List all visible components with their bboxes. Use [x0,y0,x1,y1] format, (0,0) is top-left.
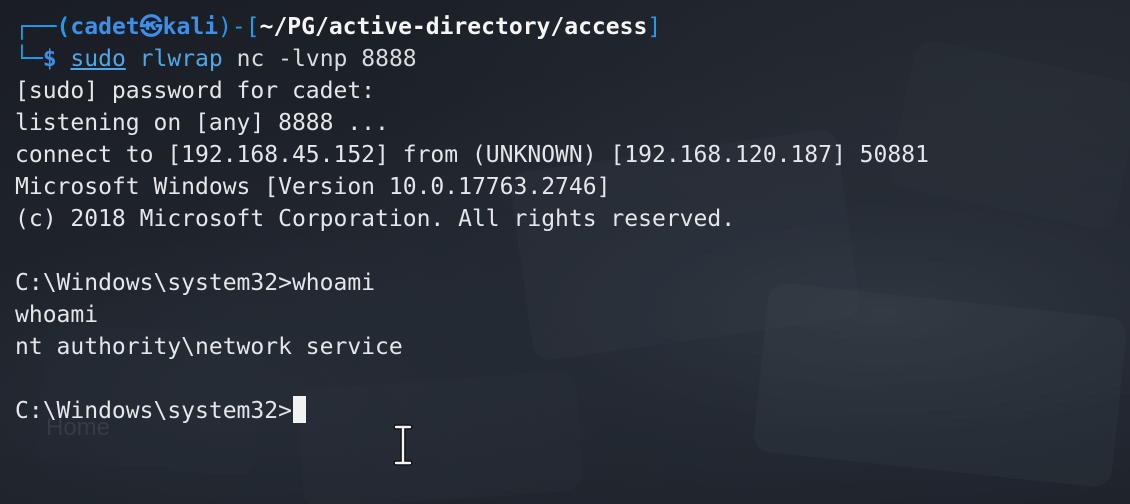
output-line: listening on [any] 8888 ... [15,110,389,136]
prompt-open-paren: ( [56,14,71,40]
prompt-separator-icon: ㉿ [139,14,163,40]
prompt-dollar: $ [42,46,57,72]
prompt-user: cadet [70,14,140,40]
output-line: (c) 2018 Microsoft Corporation. All righ… [15,206,736,232]
ibeam-cursor-icon [393,424,413,466]
output-line: whoami [15,302,99,328]
command-sudo: sudo [70,46,126,72]
prompt-bracket-close: ] [647,14,662,40]
command-args: nc -lvnp 8888 [236,46,417,72]
output-line: C:\Windows\system32>whoami [15,270,376,296]
prompt-bottom-corner: └─ [15,46,43,72]
prompt-host: kali [162,14,219,40]
output-line: [sudo] password for cadet: [15,78,376,104]
prompt-bracket-open: )-[ [218,14,260,40]
text-cursor [292,396,306,423]
terminal-output: ┌──(cadet㉿kali)-[~/PG/active-directory/a… [15,11,929,427]
command-program: rlwrap [139,46,223,72]
windows-prompt: C:\Windows\system32> [15,398,292,424]
prompt-cwd: ~/PG/active-directory/access [259,14,648,40]
active-prompt-line[interactable]: C:\Windows\system32> [15,395,929,427]
terminal-window[interactable]: Home ┌──(cadet㉿kali)-[~/PG/active-direct… [0,0,1130,504]
command-line: └─$ sudo rlwrap nc -lvnp 8888 [15,43,929,75]
output-line: nt authority\network service [15,334,403,360]
output-line: connect to [192.168.45.152] from (UNKNOW… [15,142,929,168]
prompt-corner: ┌── [15,14,57,40]
output-line: Microsoft Windows [Version 10.0.17763.27… [15,174,611,200]
prompt-header-line: ┌──(cadet㉿kali)-[~/PG/active-directory/a… [15,11,929,43]
